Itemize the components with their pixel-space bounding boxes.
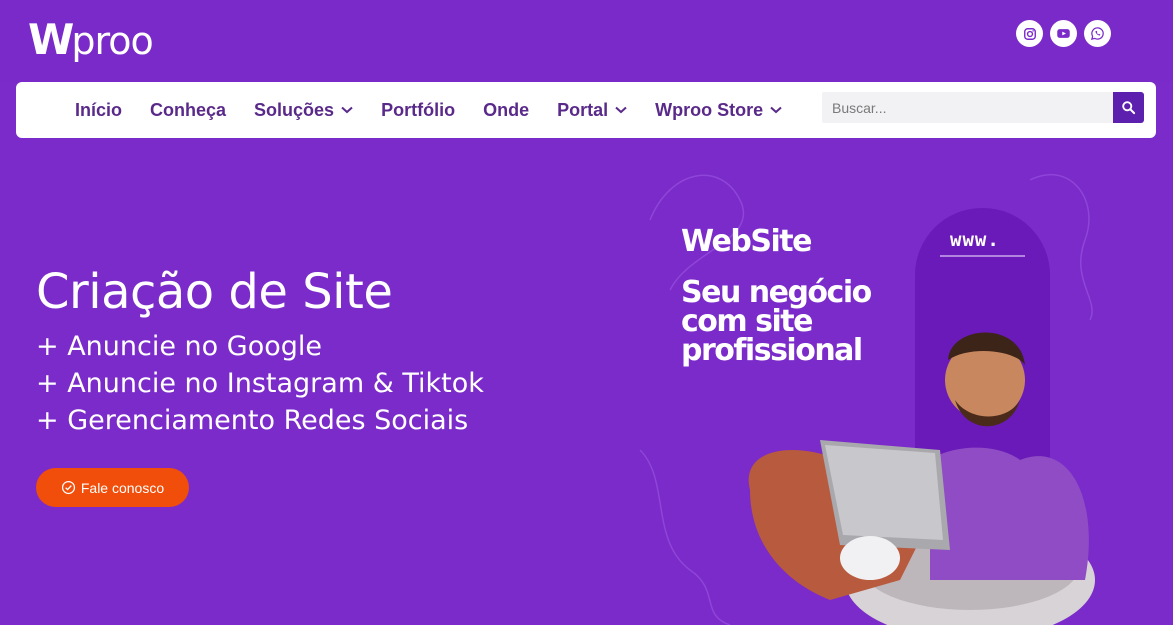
hero-title: Criação de Site bbox=[36, 264, 393, 320]
instagram-icon[interactable] bbox=[1016, 20, 1043, 47]
contact-button-label: Fale conosco bbox=[80, 479, 165, 496]
chevron-down-icon bbox=[341, 106, 353, 114]
nav-item-wproo-store[interactable]: Wproo Store bbox=[655, 100, 782, 121]
nav-item-label: Onde bbox=[483, 99, 530, 120]
check-circle-icon bbox=[61, 480, 75, 495]
nav-item-inicio[interactable]: Início bbox=[75, 100, 122, 121]
banner-www-text: www. bbox=[950, 229, 1000, 251]
chevron-down-icon bbox=[615, 106, 627, 114]
hero-feature-line: + Anuncie no Instagram & Tiktok bbox=[36, 368, 484, 399]
logo-text: proo bbox=[71, 18, 153, 63]
banner-subtitle-line: Seu negócio bbox=[681, 275, 872, 310]
search-button[interactable] bbox=[1113, 92, 1144, 123]
top-bar: Wproo bbox=[0, 0, 1173, 82]
nav-item-label: Portal bbox=[557, 99, 609, 120]
hero-feature-line: + Anuncie no Google bbox=[36, 331, 322, 362]
hero-features: + Anuncie no Google + Anuncie no Instagr… bbox=[36, 328, 484, 439]
wproo-logo[interactable]: Wproo bbox=[28, 14, 154, 64]
search-icon bbox=[1122, 101, 1136, 115]
banner-subtitle-line: com site bbox=[681, 304, 813, 339]
hero-feature-line: + Gerenciamento Redes Sociais bbox=[36, 405, 469, 436]
search-form bbox=[822, 92, 1144, 123]
banner-subtitle-line: profissional bbox=[681, 333, 863, 368]
chevron-down-icon bbox=[770, 106, 782, 114]
banner-title: WebSite bbox=[681, 224, 812, 259]
nav-item-label: Conheça bbox=[150, 99, 227, 120]
contact-button[interactable]: Fale conosco bbox=[36, 468, 189, 507]
nav-item-label: Wproo Store bbox=[655, 99, 764, 120]
nav-item-conheca[interactable]: Conheça bbox=[150, 100, 226, 121]
logo-w: W bbox=[28, 14, 74, 64]
main-navigation: Início Conheça Soluções Portfólio Onde P… bbox=[16, 82, 1156, 138]
nav-item-label: Soluções bbox=[254, 99, 335, 120]
whatsapp-icon[interactable] bbox=[1084, 20, 1111, 47]
banner-subtitle: Seu negócio com site profissional bbox=[681, 275, 872, 368]
nav-item-onde[interactable]: Onde bbox=[483, 100, 529, 121]
search-input[interactable] bbox=[822, 92, 1113, 123]
social-links bbox=[1016, 20, 1111, 47]
nav-item-label: Portfólio bbox=[381, 99, 456, 120]
nav-item-label: Início bbox=[75, 99, 123, 120]
nav-item-portal[interactable]: Portal bbox=[557, 100, 627, 121]
youtube-icon[interactable] bbox=[1050, 20, 1077, 47]
nav-item-portfolio[interactable]: Portfólio bbox=[381, 100, 455, 121]
nav-item-solucoes[interactable]: Soluções bbox=[254, 100, 353, 121]
